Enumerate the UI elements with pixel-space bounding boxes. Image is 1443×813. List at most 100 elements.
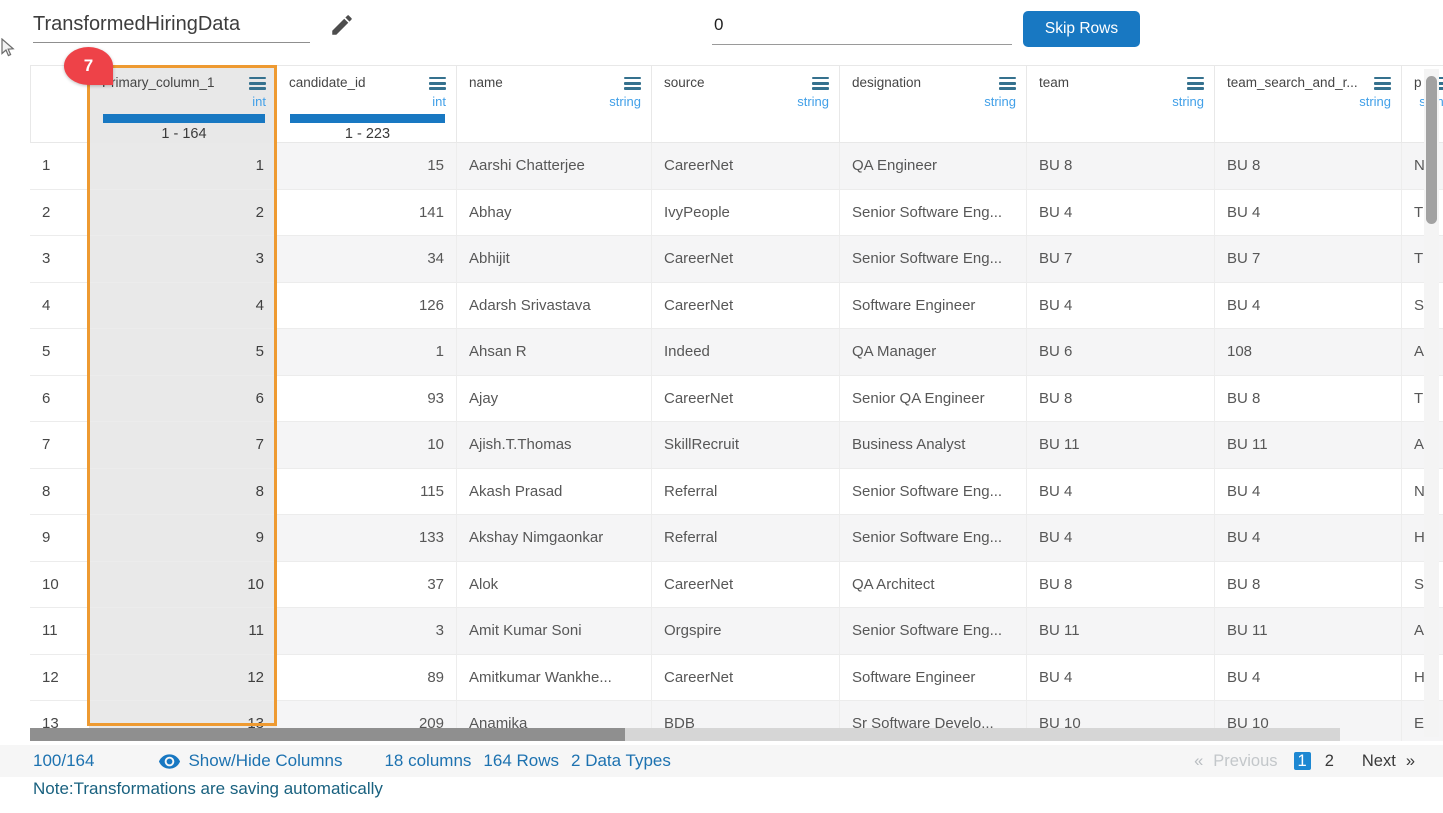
horizontal-scrollbar-thumb[interactable] [30,728,625,741]
column-header-candidate_id[interactable]: candidate_idint1 - 223 [277,65,457,143]
table-cell[interactable]: Akash Prasad [457,469,652,515]
table-cell[interactable]: 1 [277,329,457,375]
table-cell[interactable]: BU 4 [1027,655,1215,701]
table-cell[interactable]: 34 [277,236,457,282]
table-cell[interactable]: 10 [277,422,457,468]
column-menu-icon[interactable] [1374,77,1391,93]
table-cell[interactable]: BU 6 [1027,329,1215,375]
table-cell[interactable]: 37 [277,562,457,608]
table-cell[interactable]: BU 8 [1215,143,1402,189]
table-cell[interactable]: Aarshi Chatterjee [457,143,652,189]
table-cell[interactable]: BU 4 [1027,283,1215,329]
table-cell[interactable]: 2 [90,190,277,236]
table-cell[interactable]: Indeed [652,329,840,375]
table-cell[interactable]: 108 [1215,329,1402,375]
column-header-Primary_column_1[interactable]: Primary_column_1int1 - 164 [90,65,277,143]
column-menu-icon[interactable] [999,77,1016,93]
table-cell[interactable]: 3 [277,608,457,654]
table-cell[interactable]: Akshay Nimgaonkar [457,515,652,561]
table-cell[interactable]: BU 8 [1027,143,1215,189]
next-page-button[interactable]: Next [1362,752,1396,771]
table-cell[interactable]: 133 [277,515,457,561]
table-cell[interactable]: Ajish.T.Thomas [457,422,652,468]
table-cell[interactable]: BU 11 [1215,608,1402,654]
table-cell[interactable]: Abhay [457,190,652,236]
table-cell[interactable]: IvyPeople [652,190,840,236]
table-cell[interactable]: QA Architect [840,562,1027,608]
table-cell[interactable]: 115 [277,469,457,515]
column-menu-icon[interactable] [429,77,446,93]
table-cell[interactable]: Senior Software Eng... [840,608,1027,654]
horizontal-scrollbar[interactable] [30,728,1340,741]
previous-page-button[interactable]: Previous [1213,752,1277,771]
table-cell[interactable]: CareerNet [652,376,840,422]
table-cell[interactable]: 10 [90,562,277,608]
column-menu-icon[interactable] [812,77,829,93]
table-cell[interactable]: BU 11 [1027,608,1215,654]
table-cell[interactable]: Adarsh Srivastava [457,283,652,329]
edit-pencil-icon[interactable] [329,12,355,43]
column-menu-icon[interactable] [1187,77,1204,93]
table-cell[interactable]: Referral [652,469,840,515]
table-cell[interactable]: Referral [652,515,840,561]
table-cell[interactable]: 6 [90,376,277,422]
table-cell[interactable]: Ahsan R [457,329,652,375]
page-button-1[interactable]: 1 [1294,752,1311,770]
column-header-team_search_and_r...[interactable]: team_search_and_r...string [1215,65,1402,143]
table-cell[interactable]: BU 4 [1027,469,1215,515]
table-cell[interactable]: BU 7 [1027,236,1215,282]
table-cell[interactable]: 141 [277,190,457,236]
table-cell[interactable]: 15 [277,143,457,189]
table-cell[interactable]: Orgspire [652,608,840,654]
vertical-scrollbar[interactable] [1424,69,1439,737]
table-cell[interactable]: Business Analyst [840,422,1027,468]
table-cell[interactable]: SkillRecruit [652,422,840,468]
table-cell[interactable]: BU 4 [1215,655,1402,701]
table-cell[interactable]: BU 8 [1215,562,1402,608]
table-cell[interactable]: BU 11 [1027,422,1215,468]
table-cell[interactable]: 12 [90,655,277,701]
skip-rows-button[interactable]: Skip Rows [1023,11,1140,47]
next-page-arrow[interactable]: » [1406,752,1415,771]
table-cell[interactable]: 11 [90,608,277,654]
table-cell[interactable]: 3 [90,236,277,282]
page-button-2[interactable]: 2 [1321,752,1338,770]
table-cell[interactable]: CareerNet [652,283,840,329]
table-cell[interactable]: Amit Kumar Soni [457,608,652,654]
table-cell[interactable]: BU 4 [1027,515,1215,561]
table-cell[interactable]: 1 [90,143,277,189]
table-cell[interactable]: CareerNet [652,562,840,608]
table-cell[interactable]: Abhijit [457,236,652,282]
table-cell[interactable]: Senior Software Eng... [840,469,1027,515]
table-cell[interactable]: Senior Software Eng... [840,515,1027,561]
skip-rows-input[interactable]: 0 [714,15,723,35]
table-cell[interactable]: BU 8 [1027,376,1215,422]
table-cell[interactable]: BU 4 [1215,283,1402,329]
table-cell[interactable]: Alok [457,562,652,608]
column-header-designation[interactable]: designationstring [840,65,1027,143]
table-cell[interactable]: 5 [90,329,277,375]
table-cell[interactable]: QA Engineer [840,143,1027,189]
table-cell[interactable]: 89 [277,655,457,701]
previous-page-arrow[interactable]: « [1194,752,1203,771]
table-cell[interactable]: 8 [90,469,277,515]
vertical-scrollbar-thumb[interactable] [1426,76,1437,224]
table-cell[interactable]: CareerNet [652,143,840,189]
table-cell[interactable]: Senior Software Eng... [840,236,1027,282]
table-cell[interactable]: BU 8 [1215,376,1402,422]
column-menu-icon[interactable] [249,77,266,93]
table-cell[interactable]: 7 [90,422,277,468]
table-cell[interactable]: Software Engineer [840,655,1027,701]
table-cell[interactable]: Software Engineer [840,283,1027,329]
column-header-source[interactable]: sourcestring [652,65,840,143]
table-cell[interactable]: Senior QA Engineer [840,376,1027,422]
eye-icon[interactable] [158,750,181,773]
table-cell[interactable]: BU 7 [1215,236,1402,282]
table-cell[interactable]: Senior Software Eng... [840,190,1027,236]
table-cell[interactable]: BU 4 [1027,190,1215,236]
table-cell[interactable]: BU 4 [1215,469,1402,515]
table-cell[interactable]: CareerNet [652,236,840,282]
table-cell[interactable]: BU 4 [1215,190,1402,236]
table-cell[interactable]: 9 [90,515,277,561]
table-cell[interactable]: 93 [277,376,457,422]
